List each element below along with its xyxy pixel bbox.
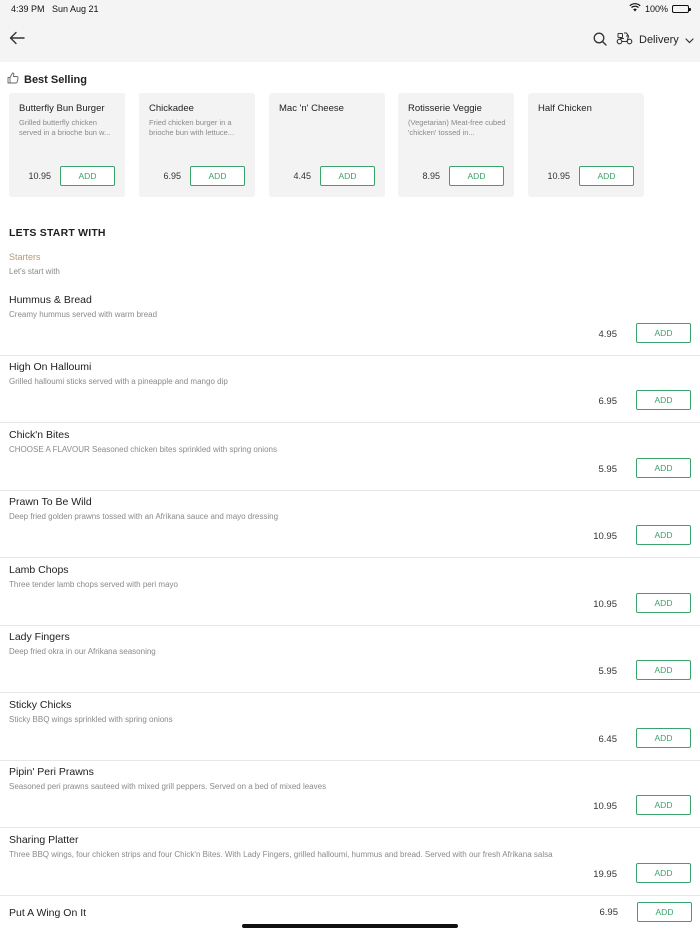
- item-description: CHOOSE A FLAVOUR Seasoned chicken bites …: [9, 445, 277, 454]
- wifi-icon: [629, 3, 641, 14]
- menu-item[interactable]: Lady Fingers Deep fried okra in our Afri…: [0, 626, 700, 693]
- item-name: Prawn To Be Wild: [9, 496, 92, 508]
- product-description: [279, 118, 379, 138]
- item-name: Lady Fingers: [9, 631, 70, 643]
- add-button[interactable]: ADD: [636, 323, 691, 343]
- menu-item[interactable]: Sharing Platter Three BBQ wings, four ch…: [0, 829, 700, 896]
- add-button[interactable]: ADD: [449, 166, 504, 186]
- item-price: 10.95: [593, 531, 617, 542]
- delivery-label: Delivery: [639, 34, 679, 46]
- menu-item[interactable]: Lamb Chops Three tender lamb chops serve…: [0, 559, 700, 626]
- add-button[interactable]: ADD: [636, 458, 691, 478]
- item-description: Grilled halloumi sticks served with a pi…: [9, 377, 228, 386]
- back-button[interactable]: [6, 29, 28, 51]
- chevron-down-icon: [685, 31, 694, 49]
- status-time: 4:39 PM: [11, 4, 45, 14]
- menu-item[interactable]: Sticky Chicks Sticky BBQ wings sprinkled…: [0, 694, 700, 761]
- item-name: High On Halloumi: [9, 361, 92, 373]
- product-name: Mac 'n' Cheese: [279, 103, 344, 114]
- add-button[interactable]: ADD: [60, 166, 115, 186]
- product-name: Chickadee: [149, 103, 194, 114]
- thumbs-up-icon: [7, 71, 19, 89]
- status-right: 100%: [629, 3, 691, 14]
- item-name: Put A Wing On It: [9, 907, 87, 919]
- item-description: Sticky BBQ wings sprinkled with spring o…: [9, 715, 173, 724]
- product-price: 6.95: [163, 171, 181, 181]
- section-title: LETS START WITH: [9, 227, 106, 239]
- menu-item[interactable]: Pipin' Peri Prawns Seasoned peri prawns …: [0, 761, 700, 828]
- menu-item[interactable]: High On Halloumi Grilled halloumi sticks…: [0, 356, 700, 423]
- item-description: Creamy hummus served with warm bread: [9, 310, 158, 319]
- best-selling-carousel: Butterfly Bun Burger Grilled butterfly c…: [9, 93, 700, 197]
- product-price: 4.45: [293, 171, 311, 181]
- menu-item[interactable]: Hummus & Bread Creamy hummus served with…: [0, 289, 700, 356]
- status-bar: 4:39 PM Sun Aug 21 100%: [0, 0, 700, 17]
- product-description: Fried chicken burger in a brioche bun wi…: [149, 118, 235, 137]
- item-name: Pipin' Peri Prawns: [9, 766, 94, 778]
- add-button[interactable]: ADD: [636, 390, 691, 410]
- product-price: 10.95: [547, 171, 570, 181]
- add-button[interactable]: ADD: [637, 902, 692, 922]
- item-price: 10.95: [593, 801, 617, 812]
- add-button[interactable]: ADD: [636, 525, 691, 545]
- add-button[interactable]: ADD: [636, 593, 691, 613]
- best-selling-card[interactable]: Mac 'n' Cheese 4.45 ADD: [269, 93, 385, 197]
- top-nav-bar: Delivery: [0, 17, 700, 62]
- add-button[interactable]: ADD: [636, 660, 691, 680]
- item-name: Chick'n Bites: [9, 429, 70, 441]
- menu-item[interactable]: Put A Wing On It 6.95 ADD: [0, 899, 700, 934]
- item-name: Sharing Platter: [9, 834, 79, 846]
- add-button[interactable]: ADD: [636, 795, 691, 815]
- item-name: Hummus & Bread: [9, 294, 92, 306]
- product-price: 10.95: [28, 171, 51, 181]
- item-description: Deep fried golden prawns tossed with an …: [9, 512, 279, 521]
- product-price: 8.95: [422, 171, 440, 181]
- best-selling-card[interactable]: Butterfly Bun Burger Grilled butterfly c…: [9, 93, 125, 197]
- battery-icon: [672, 4, 691, 13]
- add-button[interactable]: ADD: [636, 728, 691, 748]
- add-button[interactable]: ADD: [190, 166, 245, 186]
- add-button[interactable]: ADD: [636, 863, 691, 883]
- best-selling-card[interactable]: Chickadee Fried chicken burger in a brio…: [139, 93, 255, 197]
- product-description: (Vegetarian) Meat-free cubed 'chicken' t…: [408, 118, 506, 137]
- product-name: Butterfly Bun Burger: [19, 103, 105, 114]
- item-description: Three BBQ wings, four chicken strips and…: [9, 850, 553, 859]
- item-price: 10.95: [593, 599, 617, 610]
- category-name: Starters: [9, 252, 41, 262]
- item-price: 5.95: [598, 666, 618, 677]
- item-description: Seasoned peri prawns sauteed with mixed …: [9, 782, 327, 791]
- menu-item[interactable]: Prawn To Be Wild Deep fried golden prawn…: [0, 491, 700, 558]
- item-name: Lamb Chops: [9, 564, 69, 576]
- best-selling-title: Best Selling: [24, 74, 87, 86]
- search-icon: [592, 32, 608, 51]
- category-subtitle: Let's start with: [9, 267, 60, 276]
- item-price: 4.95: [598, 329, 618, 340]
- delivery-mode-selector[interactable]: Delivery: [616, 29, 694, 51]
- item-name: Sticky Chicks: [9, 699, 72, 711]
- battery-percent: 100%: [644, 3, 668, 14]
- product-description: Grilled butterfly chicken served in a br…: [19, 118, 111, 137]
- item-price: 6.95: [599, 907, 619, 918]
- status-date: Sun Aug 21: [52, 4, 99, 14]
- best-selling-header: Best Selling: [7, 71, 87, 89]
- item-price: 5.95: [598, 464, 618, 475]
- add-button[interactable]: ADD: [579, 166, 634, 186]
- item-price: 6.45: [598, 734, 618, 745]
- product-description: [538, 118, 638, 138]
- product-name: Rotisserie Veggie: [408, 103, 482, 114]
- item-price: 19.95: [593, 869, 617, 880]
- scooter-icon: [616, 31, 633, 50]
- item-price: 6.95: [598, 396, 618, 407]
- menu-item[interactable]: Chick'n Bites CHOOSE A FLAVOUR Seasoned …: [0, 424, 700, 491]
- search-button[interactable]: [592, 31, 610, 49]
- home-indicator: [242, 924, 458, 928]
- best-selling-card[interactable]: Half Chicken 10.95 ADD: [528, 93, 644, 197]
- best-selling-card[interactable]: Rotisserie Veggie (Vegetarian) Meat-free…: [398, 93, 514, 197]
- product-name: Half Chicken: [538, 103, 592, 114]
- item-description: Three tender lamb chops served with peri…: [9, 580, 178, 589]
- add-button[interactable]: ADD: [320, 166, 375, 186]
- item-description: Deep fried okra in our Afrikana seasonin…: [9, 647, 156, 656]
- back-arrow-icon: [9, 31, 25, 50]
